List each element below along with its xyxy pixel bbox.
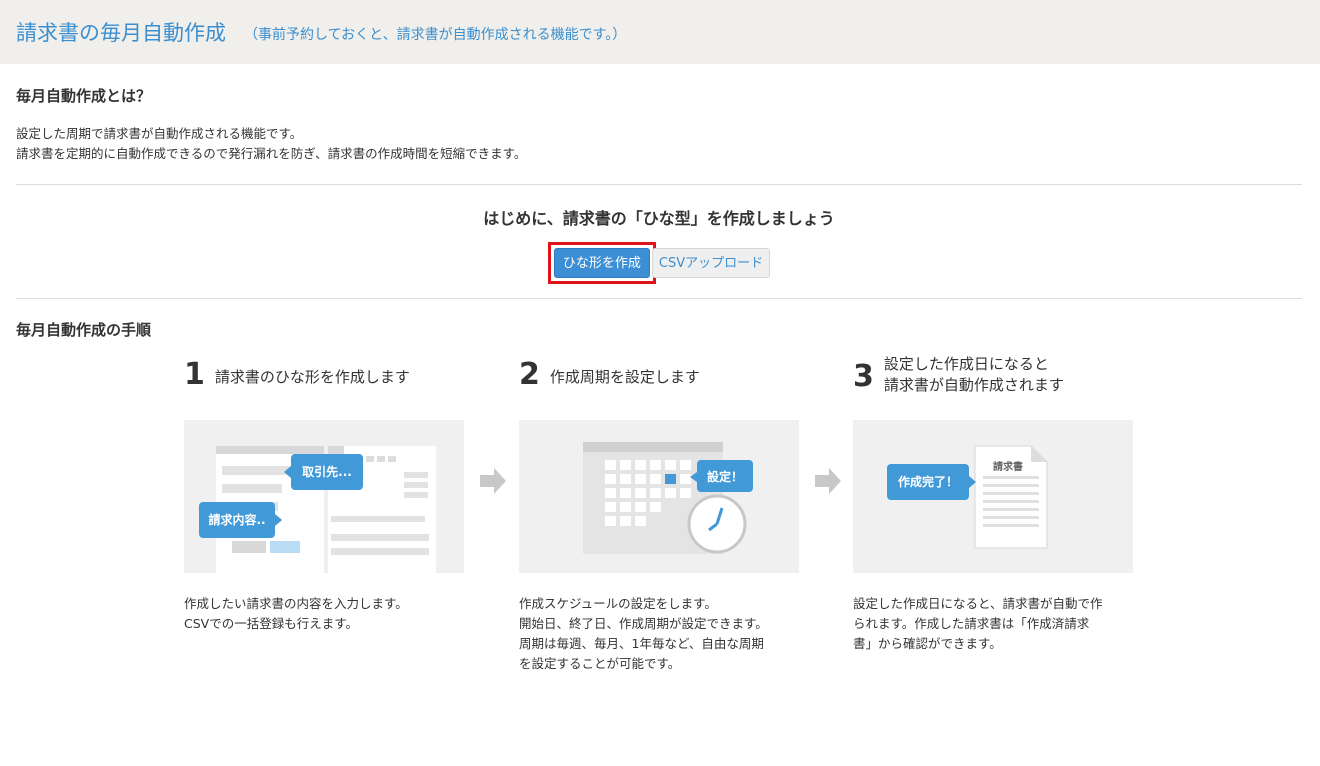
steps-heading: 毎月自動作成の手順 xyxy=(16,321,152,339)
page-subtitle: （事前予約しておくと、請求書が自動作成される機能です。） xyxy=(244,27,627,43)
step-number: 3 xyxy=(853,359,874,394)
highlight-box: ひな形を作成 xyxy=(547,242,656,284)
step-2-illustration: 設定！ xyxy=(519,420,799,573)
document-title: 請求書 xyxy=(993,462,1023,473)
about-line: 設定した周期で請求書が自動作成される機能です。 xyxy=(16,126,303,141)
about-line: 請求書を定期的に自動作成できるので発行漏れを防ぎ、請求書の作成時間を短縮できます… xyxy=(16,146,527,161)
step-3: 3 設定した作成日になると 請求書が自動作成されます 作成完了！ 請求書 設定し… xyxy=(853,354,1133,651)
bubble-label: 請求内容.. xyxy=(208,513,266,527)
csv-upload-button[interactable]: CSVアップロード xyxy=(651,248,771,278)
bubble-label: 取引先... xyxy=(302,465,352,479)
bubble-label: 設定！ xyxy=(706,470,743,484)
bubble-label: 作成完了！ xyxy=(897,475,958,489)
template-section: はじめに、請求書の「ひな型」を作成しましょう ひな形を作成 CSVアップロード xyxy=(16,185,1302,298)
invoice-form-illustration xyxy=(199,446,436,573)
create-template-button[interactable]: ひな形を作成 xyxy=(553,248,650,278)
step-description: 設定した作成日になると、請求書が自動で作 られます。作成した請求書は「作成済請求… xyxy=(853,596,1103,651)
arrow-right-icon xyxy=(480,468,506,494)
step-label: 請求書のひな形を作成します xyxy=(214,368,410,386)
step-2: 2 作成周期を設定します 設定！ 作成スケジュールの設定をします。 開始日、終了… xyxy=(519,354,841,671)
divider xyxy=(16,298,1302,299)
step-1: 1 請求書のひな形を作成します 取引先... 請求内容.. 作成したい請求書の内… xyxy=(184,354,506,631)
step-description: 作成スケジュールの設定をします。 開始日、終了日、作成周期が設定できます。 周期… xyxy=(519,596,768,671)
template-heading: はじめに、請求書の「ひな型」を作成しましょう xyxy=(483,209,835,228)
completed-invoice-illustration xyxy=(887,445,1048,549)
page-title: 請求書の毎月自動作成 xyxy=(16,21,226,45)
about-heading: 毎月自動作成とは？ xyxy=(16,87,152,105)
template-buttons: ひな形を作成 CSVアップロード xyxy=(547,242,771,284)
calendar-illustration xyxy=(583,442,753,554)
about-description: 設定した周期で請求書が自動作成される機能です。 請求書を定期的に自動作成できるの… xyxy=(16,124,1302,164)
step-number: 1 xyxy=(184,357,205,392)
step-3-illustration: 作成完了！ 請求書 xyxy=(853,420,1133,573)
step-label: 設定した作成日になると 請求書が自動作成されます xyxy=(883,355,1064,394)
arrow-right-icon xyxy=(815,468,841,494)
page-header: 請求書の毎月自動作成 （事前予約しておくと、請求書が自動作成される機能です。） xyxy=(0,0,1320,64)
main-content: 毎月自動作成とは？ 設定した周期で請求書が自動作成される機能です。 請求書を定期… xyxy=(0,85,1320,340)
step-description: 作成したい請求書の内容を入力します。 CSVでの一括登録も行えます。 xyxy=(184,596,408,631)
step-label: 作成周期を設定します xyxy=(549,368,700,386)
step-number: 2 xyxy=(519,357,540,392)
step-1-illustration: 取引先... 請求内容.. xyxy=(184,420,464,573)
